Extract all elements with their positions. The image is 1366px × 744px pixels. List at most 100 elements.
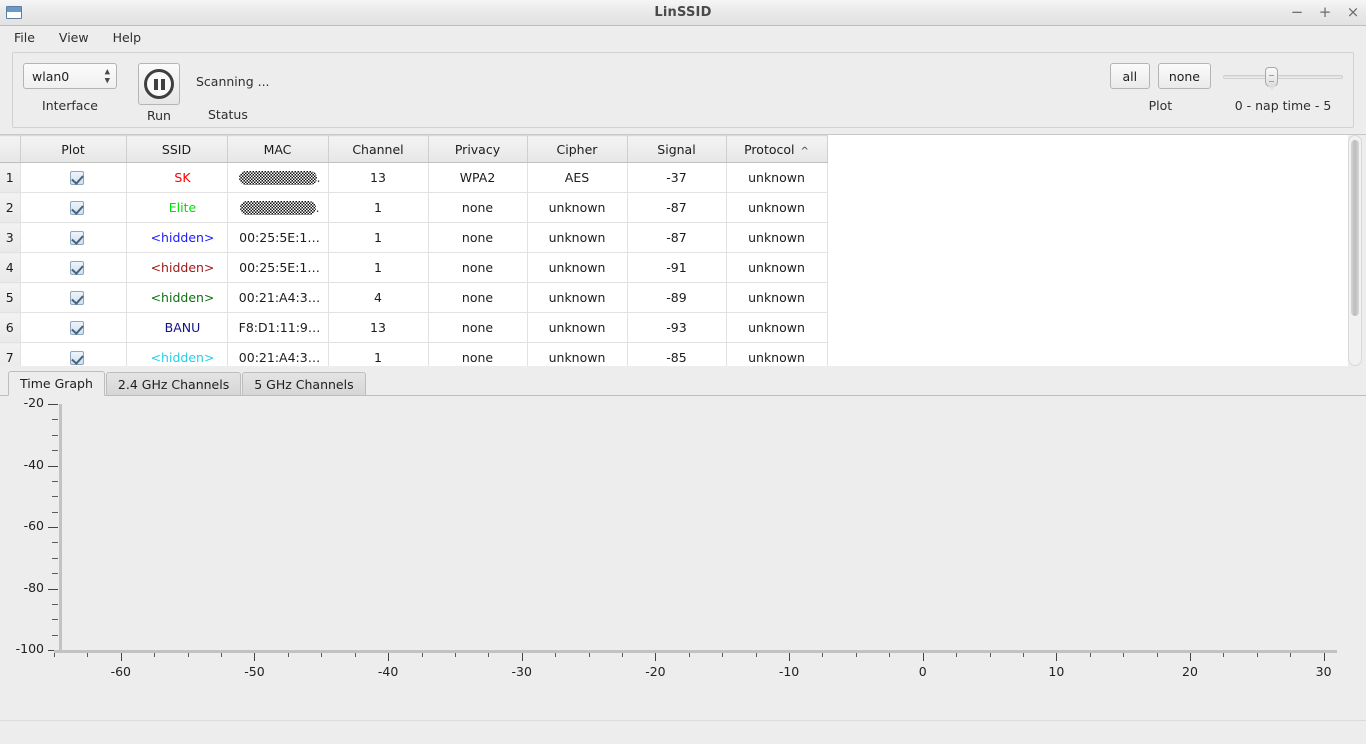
tab-5ghz-channels[interactable]: 5 GHz Channels — [242, 372, 365, 395]
plot-buttons-group: all none Plot — [1110, 63, 1211, 113]
networks-table-area: Plot SSID MAC Channel Privacy Cipher Sig… — [0, 134, 1366, 366]
window-controls: − + × — [1290, 0, 1360, 25]
cell-protocol: unknown — [726, 193, 827, 223]
table-row[interactable]: 3<hidden>00:25:5E:1…1noneunknown-87unkno… — [0, 223, 827, 253]
cell-mac: . — [227, 163, 328, 193]
cell-privacy: none — [428, 313, 527, 343]
cell-channel: 1 — [328, 193, 428, 223]
run-pause-button[interactable] — [138, 63, 180, 105]
table-vertical-scrollbar[interactable] — [1348, 135, 1362, 366]
table-row[interactable]: 2Elite.1noneunknown-87unknown — [0, 193, 827, 223]
plot-checkbox-cell[interactable] — [20, 283, 126, 313]
plot-none-button[interactable]: none — [1158, 63, 1211, 89]
table-corner-header[interactable] — [0, 136, 20, 163]
column-header-privacy[interactable]: Privacy — [428, 136, 527, 163]
menu-help[interactable]: Help — [108, 28, 153, 47]
plot-checkbox-cell[interactable] — [20, 163, 126, 193]
table-row[interactable]: 7<hidden>00:21:A4:3…1noneunknown-85unkno… — [0, 343, 827, 367]
cell-signal: -87 — [627, 193, 726, 223]
maximize-icon[interactable]: + — [1318, 6, 1332, 20]
interface-caption: Interface — [42, 98, 98, 113]
scrollbar-thumb[interactable] — [1351, 140, 1359, 316]
column-header-mac[interactable]: MAC — [227, 136, 328, 163]
column-header-signal[interactable]: Signal — [627, 136, 726, 163]
row-number: 2 — [0, 193, 20, 223]
cell-channel: 13 — [328, 313, 428, 343]
checkbox-checked-icon[interactable] — [70, 171, 84, 185]
cell-signal: -89 — [627, 283, 726, 313]
checkbox-checked-icon[interactable] — [70, 351, 84, 365]
x-tick-label: -20 — [635, 664, 675, 679]
x-tick-label: 30 — [1304, 664, 1344, 679]
column-header-channel[interactable]: Channel — [328, 136, 428, 163]
cell-cipher: unknown — [527, 253, 627, 283]
cell-signal: -91 — [627, 253, 726, 283]
table-row[interactable]: 5<hidden>00:21:A4:3…4noneunknown-89unkno… — [0, 283, 827, 313]
plot-all-button[interactable]: all — [1110, 63, 1150, 89]
checkbox-checked-icon[interactable] — [70, 201, 84, 215]
row-number: 4 — [0, 253, 20, 283]
minimize-icon[interactable]: − — [1290, 6, 1304, 20]
x-axis-tick — [1190, 652, 1191, 661]
cell-ssid: SK — [126, 163, 227, 193]
cell-cipher: unknown — [527, 283, 627, 313]
tab-time-graph[interactable]: Time Graph — [8, 371, 105, 396]
menu-view[interactable]: View — [54, 28, 100, 47]
chevron-up-icon: ▲ — [105, 69, 110, 75]
column-header-plot[interactable]: Plot — [20, 136, 126, 163]
cell-protocol: unknown — [726, 223, 827, 253]
plot-checkbox-cell[interactable] — [20, 193, 126, 223]
nap-time-slider[interactable] — [1223, 63, 1343, 89]
cell-ssid: <hidden> — [126, 283, 227, 313]
row-number: 7 — [0, 343, 20, 367]
cell-mac: 00:21:A4:3… — [227, 283, 328, 313]
x-axis-line — [54, 650, 1337, 653]
checkbox-checked-icon[interactable] — [70, 321, 84, 335]
close-icon[interactable]: × — [1346, 6, 1360, 20]
plot-checkbox-cell[interactable] — [20, 253, 126, 283]
plot-checkbox-cell[interactable] — [20, 223, 126, 253]
table-row[interactable]: 6BANUF8:D1:11:9…13noneunknown-93unknown — [0, 313, 827, 343]
networks-table: Plot SSID MAC Channel Privacy Cipher Sig… — [0, 135, 828, 366]
cell-mac: F8:D1:11:9… — [227, 313, 328, 343]
window-title: LinSSID — [0, 5, 1366, 20]
menu-file[interactable]: File — [9, 28, 46, 47]
y-axis-minor-tick — [52, 481, 58, 482]
checkbox-checked-icon[interactable] — [70, 261, 84, 275]
plot-checkbox-cell[interactable] — [20, 343, 126, 367]
table-row[interactable]: 4<hidden>00:25:5E:1…1noneunknown-91unkno… — [0, 253, 827, 283]
cell-mac: 00:25:5E:1… — [227, 253, 328, 283]
slider-thumb[interactable] — [1265, 67, 1278, 87]
column-header-cipher[interactable]: Cipher — [527, 136, 627, 163]
x-axis-tick — [655, 652, 656, 661]
table-row[interactable]: 1SK.13WPA2AES-37unknown — [0, 163, 827, 193]
run-caption: Run — [147, 108, 171, 123]
chevron-down-icon: ▼ — [105, 78, 110, 84]
cell-mac: . — [227, 193, 328, 223]
column-header-ssid[interactable]: SSID — [126, 136, 227, 163]
pause-icon — [144, 69, 174, 99]
cell-protocol: unknown — [726, 253, 827, 283]
cell-signal: -93 — [627, 313, 726, 343]
checkbox-checked-icon[interactable] — [70, 291, 84, 305]
x-axis-tick — [923, 652, 924, 661]
cell-privacy: none — [428, 253, 527, 283]
y-axis-tick — [48, 466, 58, 467]
row-number: 3 — [0, 223, 20, 253]
spinner-arrows-icon[interactable]: ▲ ▼ — [105, 69, 110, 84]
y-axis-minor-tick — [52, 512, 58, 513]
app-window-icon — [6, 6, 22, 19]
graph-tabs: Time Graph 2.4 GHz Channels 5 GHz Channe… — [0, 366, 1366, 396]
cell-mac: 00:25:5E:1… — [227, 223, 328, 253]
interface-value: wlan0 — [32, 69, 69, 84]
y-axis-tick — [48, 527, 58, 528]
cell-privacy: none — [428, 283, 527, 313]
cell-protocol: unknown — [726, 313, 827, 343]
cell-privacy: none — [428, 343, 527, 367]
interface-select[interactable]: wlan0 ▲ ▼ — [23, 63, 117, 89]
checkbox-checked-icon[interactable] — [70, 231, 84, 245]
column-header-protocol[interactable]: Protocol^ — [726, 136, 827, 163]
plot-checkbox-cell[interactable] — [20, 313, 126, 343]
row-number: 6 — [0, 313, 20, 343]
tab-24ghz-channels[interactable]: 2.4 GHz Channels — [106, 372, 241, 395]
